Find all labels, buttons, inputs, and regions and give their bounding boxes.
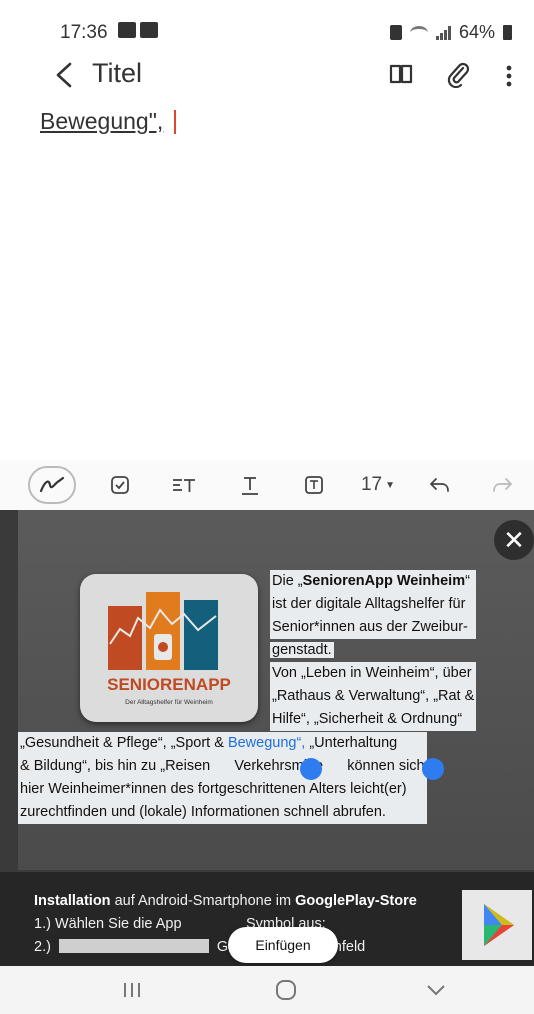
- redo-button[interactable]: [484, 466, 520, 504]
- pen-button[interactable]: [28, 466, 76, 504]
- status-right: 64%: [389, 22, 512, 43]
- selection-handle-start[interactable]: [300, 758, 322, 780]
- redo-icon: [493, 478, 512, 492]
- logo-subtitle: Der Alltagshelfer für Weinheim: [125, 699, 213, 706]
- formatting-toolbar: 17 ▼: [0, 460, 534, 510]
- undo-icon: [430, 478, 449, 492]
- text-line: & Bildung“, bis hin zu „Reisen Verkehrsm…: [18, 755, 427, 778]
- status-bar: 17:36 64%: [0, 0, 534, 56]
- book-icon[interactable]: [388, 62, 414, 86]
- battery-percent: 64%: [458, 22, 495, 42]
- seniorenapp-logo: SENIORENAPP Der Alltagshelfer für Weinhe…: [80, 574, 258, 722]
- close-button[interactable]: ✕: [494, 520, 534, 560]
- message-notification-icon: [140, 22, 158, 38]
- paperclip-icon[interactable]: [446, 60, 472, 88]
- lock-icon: [389, 25, 402, 40]
- text-line: Installation auf Android-Smartphone im G…: [34, 893, 417, 909]
- text-box-icon: [305, 476, 323, 494]
- text-line: 2.)Geben Sie im Suchfeld: [34, 936, 417, 959]
- recent-apps-icon[interactable]: [118, 976, 146, 1004]
- note-editor[interactable]: Bewegung",: [0, 96, 534, 460]
- navigation-bar: [0, 966, 534, 1014]
- selected-word: Bewegung“,: [227, 735, 306, 751]
- chevron-down-icon: ▼: [385, 479, 396, 491]
- play-store-icon: [462, 890, 532, 960]
- clipboard-image-panel[interactable]: SENIORENAPP Der Alltagshelfer für Weinhe…: [0, 510, 534, 966]
- signal-icon: [435, 25, 451, 40]
- font-size-dropdown[interactable]: 17 ▼: [350, 466, 406, 504]
- flyer-paragraph-2[interactable]: „Gesundheit & Pflege“, „Sport & Bewegung…: [18, 732, 427, 824]
- text-box-button[interactable]: [296, 466, 332, 504]
- underline-icon: [242, 477, 258, 495]
- undo-button[interactable]: [422, 466, 458, 504]
- wifi-icon: [409, 25, 428, 40]
- install-instructions[interactable]: Installation auf Android-Smartphone im G…: [34, 890, 417, 959]
- status-time: 17:36: [60, 22, 108, 43]
- text-line: ist der digitale Alltagshelfer für: [270, 593, 477, 616]
- flyer-paragraph-1[interactable]: Die „SeniorenApp Weinheim“ ist der digit…: [270, 570, 477, 731]
- font-size-value: 17: [360, 474, 383, 495]
- logo-wordmark: SENIORENAPP: [107, 675, 231, 694]
- close-icon: ✕: [503, 524, 525, 555]
- back-icon[interactable]: [52, 60, 78, 90]
- text-cursor: [174, 110, 176, 134]
- notification-icons: [118, 22, 158, 38]
- text-line: Hilfe“, „Sicherheit & Ordnung“: [270, 708, 477, 731]
- text-line: „Gesundheit & Pflege“, „Sport & Bewegung…: [18, 732, 427, 755]
- photo-of-flyer[interactable]: SENIORENAPP Der Alltagshelfer für Weinhe…: [18, 510, 534, 870]
- checkbox-icon: [111, 476, 129, 494]
- home-icon[interactable]: [272, 976, 300, 1004]
- more-icon[interactable]: [500, 62, 518, 90]
- back-icon[interactable]: [422, 976, 450, 1004]
- editor-text[interactable]: Bewegung",: [40, 108, 163, 135]
- text-style-button[interactable]: [164, 466, 204, 504]
- text-style-icon: [173, 479, 195, 492]
- battery-icon: [503, 25, 512, 40]
- checkbox-button[interactable]: [102, 466, 138, 504]
- paste-button[interactable]: Einfügen: [228, 927, 338, 963]
- text-line: Senior*innen aus der Zweibur-: [270, 616, 477, 639]
- selection-handle-end[interactable]: [422, 758, 444, 780]
- text-line: Von „Leben in Weinheim“, über: [270, 662, 477, 685]
- text-line: genstadt.: [270, 642, 334, 658]
- text-line: zurechtfinden und (lokale) Informationen…: [18, 801, 427, 824]
- text-line: „Rathaus & Verwaltung“, „Rat &: [270, 685, 477, 708]
- app-bar: Titel: [0, 56, 534, 96]
- pen-icon: [39, 476, 65, 493]
- underline-button[interactable]: [232, 466, 268, 504]
- gallery-notification-icon: [118, 22, 136, 38]
- text-line: Die „SeniorenApp Weinheim“: [270, 570, 477, 593]
- text-line: hier Weinheimer*innen des fortgeschritte…: [18, 778, 427, 801]
- note-title[interactable]: Titel: [92, 58, 142, 89]
- text-line: 1.) Wählen Sie die App Symbol aus:: [34, 916, 326, 932]
